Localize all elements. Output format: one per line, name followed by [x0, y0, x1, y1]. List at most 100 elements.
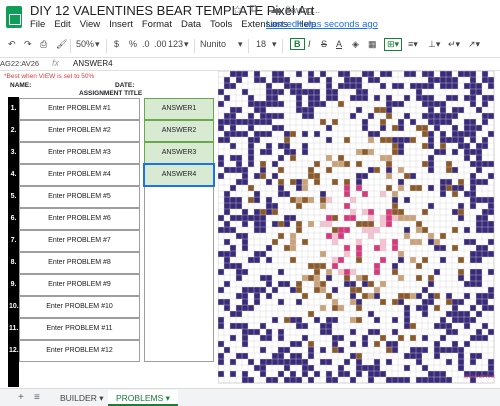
merge-cells-icon[interactable]: ⊞▾: [384, 38, 403, 51]
tab-problems[interactable]: PROBLEMS ▾: [108, 390, 178, 406]
last-edit-link[interactable]: Last edit was seconds ago: [266, 19, 378, 30]
percent-button[interactable]: %: [129, 39, 137, 49]
valign-icon[interactable]: ⊥▾: [428, 39, 440, 50]
pixel-cell: [392, 239, 398, 245]
pixel-cell: [398, 215, 404, 221]
pixel-cell: [440, 179, 446, 185]
paint-format-icon[interactable]: 🖌: [56, 39, 67, 50]
pixel-cell: [446, 323, 452, 329]
number-format-select[interactable]: 123: [168, 39, 183, 49]
pixel-cell: [434, 245, 440, 251]
pixel-cell: [374, 371, 380, 377]
menu-item[interactable]: Format: [142, 19, 172, 30]
menu-item[interactable]: Insert: [109, 19, 133, 30]
pixel-art-grid[interactable]: @JACALPHAS: [218, 71, 500, 387]
problem-cell[interactable]: Enter PROBLEM #5: [19, 186, 140, 208]
pixel-cell: [266, 293, 272, 299]
problem-cell[interactable]: Enter PROBLEM #12: [19, 340, 140, 362]
pixel-cell: [224, 131, 230, 137]
font-size-select[interactable]: 18: [256, 39, 266, 49]
chevron-down-icon[interactable]: ▾: [95, 39, 100, 50]
problem-cell[interactable]: Enter PROBLEM #4: [19, 164, 140, 186]
pixel-cell: [332, 299, 338, 305]
text-rotation-icon[interactable]: ↗▾: [468, 39, 480, 50]
problem-cell[interactable]: Enter PROBLEM #8: [19, 252, 140, 274]
chevron-down-icon[interactable]: ▾: [184, 39, 189, 50]
decrease-decimal-button[interactable]: .0: [142, 39, 150, 49]
zoom-select[interactable]: 50%: [76, 39, 94, 49]
pixel-cell: [290, 233, 296, 239]
add-sheet-button[interactable]: +: [18, 392, 24, 403]
pixel-cell: [392, 341, 398, 347]
problem-cell[interactable]: Enter PROBLEM #3: [19, 142, 140, 164]
all-sheets-button[interactable]: ≡: [34, 392, 40, 403]
pixel-cell: [272, 239, 278, 245]
problem-cell[interactable]: Enter PROBLEM #11: [19, 318, 140, 340]
sheet-grid[interactable]: *Best when VIEW is set to 50% NAME: DATE…: [0, 71, 500, 387]
pixel-cell: [308, 353, 314, 359]
pixel-cell: [482, 299, 488, 305]
strikethrough-button[interactable]: S: [321, 39, 327, 49]
pixel-cell: [350, 329, 356, 335]
problem-cell[interactable]: Enter PROBLEM #7: [19, 230, 140, 252]
pixel-cell: [218, 119, 224, 125]
formula-input[interactable]: ANSWER4: [73, 59, 113, 68]
pixel-cell: [356, 245, 362, 251]
problem-cell[interactable]: Enter PROBLEM #2: [19, 120, 140, 142]
italic-button[interactable]: I: [308, 39, 311, 49]
menu-item[interactable]: Tools: [210, 19, 232, 30]
pixel-cell: [428, 77, 434, 83]
answer-cell[interactable]: ANSWER1: [144, 98, 214, 120]
increase-decimal-button[interactable]: .00: [154, 39, 167, 49]
pixel-cell: [224, 347, 230, 353]
text-wrap-icon[interactable]: ↵▾: [448, 39, 460, 50]
pixel-cell: [224, 77, 230, 83]
pixel-cell: [266, 359, 272, 365]
pixel-cell: [326, 293, 332, 299]
fill-color-icon[interactable]: ◈: [352, 39, 359, 50]
move-folder-icon[interactable]: ⧉: [250, 3, 258, 16]
answer-cell[interactable]: ANSWER2: [144, 120, 214, 142]
pixel-cell: [368, 149, 374, 155]
pixel-cell: [392, 191, 398, 197]
pixel-cell: [272, 161, 278, 167]
pixel-cell: [458, 179, 464, 185]
pixel-cell: [242, 239, 248, 245]
star-icon[interactable]: ☆: [232, 3, 243, 17]
pixel-cell: [434, 113, 440, 119]
text-color-button[interactable]: A: [336, 39, 342, 49]
undo-icon[interactable]: ↶: [8, 39, 16, 50]
pixel-cell: [446, 161, 452, 167]
pixel-cell: [284, 245, 290, 251]
menu-item[interactable]: View: [80, 19, 100, 30]
sheets-logo-icon[interactable]: [6, 6, 22, 28]
problem-cell[interactable]: Enter PROBLEM #10: [19, 296, 140, 318]
pixel-cell: [278, 185, 284, 191]
problem-cell[interactable]: Enter PROBLEM #1: [19, 98, 140, 120]
borders-icon[interactable]: ▦: [368, 39, 377, 50]
pixel-cell: [266, 197, 272, 203]
pixel-cell: [266, 329, 272, 335]
chevron-down-icon[interactable]: ▾: [272, 39, 277, 50]
menu-item[interactable]: Edit: [54, 19, 70, 30]
name-box[interactable]: AG22:AV26: [0, 59, 39, 68]
tab-builder[interactable]: BUILDER ▾: [52, 390, 111, 406]
currency-button[interactable]: $: [114, 39, 119, 49]
menu-item[interactable]: File: [30, 19, 45, 30]
pixel-cell: [302, 335, 308, 341]
pixel-cell: [260, 215, 266, 221]
align-icon[interactable]: ≡▾: [408, 39, 418, 50]
bold-button[interactable]: B: [290, 38, 305, 50]
menu-item[interactable]: Data: [181, 19, 201, 30]
font-select[interactable]: Nunito: [200, 39, 226, 49]
print-icon[interactable]: ⎙: [40, 39, 47, 50]
pixel-cell: [284, 365, 290, 371]
redo-icon[interactable]: ↷: [24, 39, 32, 50]
answer-cell[interactable]: ANSWER4: [143, 163, 215, 187]
chevron-down-icon[interactable]: ▾: [238, 39, 243, 50]
pixel-cell: [452, 167, 458, 173]
answer-cell[interactable]: ANSWER3: [144, 142, 214, 164]
pixel-cell: [278, 89, 284, 95]
problem-cell[interactable]: Enter PROBLEM #6: [19, 208, 140, 230]
problem-cell[interactable]: Enter PROBLEM #9: [19, 274, 140, 296]
